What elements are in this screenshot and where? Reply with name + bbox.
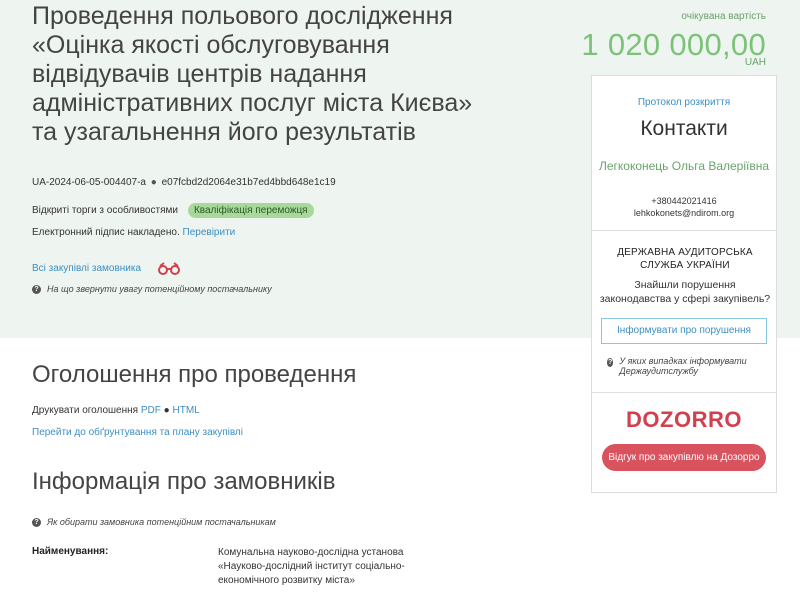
tender-id: UA-2024-06-05-004407-a [32,177,146,188]
customer-name-label: Найменування: [32,546,109,557]
signature-line: Електронний підпис накладено. Перевірити [32,227,235,238]
dozorro-review-button[interactable]: Відгук про закупівлю на Дозорро [602,444,766,471]
audit-hint-text: У яких випадках інформувати Держаудитслу… [619,356,747,376]
contact-person: Легкоконець Ольга Валеріївна [598,159,770,173]
all-purchases-row: Всі закупівлі замовника [32,261,183,275]
contact-email: lehkokonets@ndirom.org [633,208,735,218]
print-pdf-link[interactable]: PDF [141,405,161,416]
dozorro-logo: DOZORRO [626,407,742,432]
audit-service-title: ДЕРЖАВНА АУДИТОРСЬКА СЛУЖБА УКРАЇНИ [617,247,753,271]
supplier-hint-text: На що звернути увагу потенційному постач… [47,284,272,294]
customer-hint[interactable]: ? Як обирати замовника потенційним поста… [32,517,276,527]
print-html-link[interactable]: HTML [172,405,199,416]
customers-heading: Інформація про замовників [32,468,336,495]
tender-title: Проведення польового дослідження «Оцінка… [32,2,473,146]
print-label: Друкувати оголошення [32,405,139,416]
price-value: 1 020 000,00 [581,27,766,62]
price-label: очікувана вартість [681,11,766,22]
customer-hint-text: Як обирати замовника потенційним постача… [47,517,276,527]
tender-id-line: UA-2024-06-05-004407-a ● e07fcbd2d2064e3… [32,177,336,188]
announcement-heading: Оголошення про проведення [32,361,357,388]
verify-signature-link[interactable]: Перевірити [183,227,236,238]
tender-hash: e07fcbd2d2064e31b7ed4bbd648e1c19 [161,177,336,188]
question-icon: ? [32,284,41,294]
print-announcement-line: Друкувати оголошення PDF ● HTML [32,405,200,416]
contacts-title: Контакти [640,117,728,140]
status-badge: Кваліфікація переможця [187,203,314,218]
supplier-hint[interactable]: ? На що звернути увагу потенційному пост… [32,284,272,294]
question-icon: ? [607,358,614,367]
contact-phone: +380442021416 [651,196,717,206]
all-purchases-link[interactable]: Всі закупівлі замовника [32,263,141,274]
contacts-panel: Протокол розкриття Контакти Легкоконець … [591,75,777,493]
divider [592,230,776,231]
plan-link[interactable]: Перейти до обґрунтування та плану закупі… [32,427,243,438]
audit-hint[interactable]: ? У яких випадках інформувати Держаудитс… [607,356,767,376]
question-icon: ? [32,517,41,527]
separator-dot: ● [163,405,170,416]
audit-question: Знайшли порушення законодавства у сфері … [599,279,771,305]
divider [592,392,776,393]
binoculars-icon[interactable] [155,261,183,275]
separator-dot: ● [150,177,157,188]
protocol-link[interactable]: Протокол розкриття [592,97,776,108]
price-currency: UAH [744,57,766,68]
procedure-type: Відкриті торги з особливостями [32,205,178,216]
inform-violation-button[interactable]: Інформувати про порушення [601,318,767,344]
customer-name-value: Комунальна науково-дослідна установа «На… [218,547,405,586]
procedure-line: Відкриті торги з особливостями Кваліфіка… [32,203,314,218]
signature-text: Електронний підпис накладено. [32,227,180,238]
